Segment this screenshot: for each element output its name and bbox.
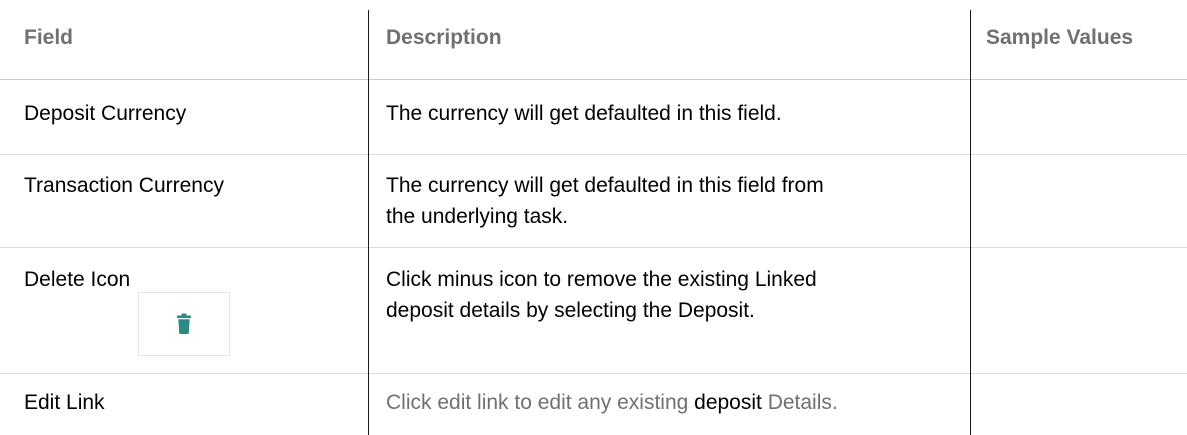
row-divider bbox=[0, 154, 1187, 155]
row-divider bbox=[0, 373, 1187, 374]
header-field: Field bbox=[24, 26, 74, 49]
description-edit-link: Click edit link to edit any existing dep… bbox=[368, 387, 970, 418]
field-transaction-currency: Transaction Currency bbox=[24, 174, 224, 197]
description-deposit-currency: The currency will get defaulted in this … bbox=[386, 102, 782, 125]
description-line: Click minus icon to remove the existing … bbox=[386, 268, 817, 291]
header-description: Description bbox=[386, 26, 502, 49]
description-text: Details. bbox=[761, 391, 838, 414]
table-header-row: Field Description Sample Values bbox=[0, 0, 1187, 79]
row-divider bbox=[0, 247, 1187, 248]
description-text: Click edit link to edit any existing bbox=[386, 391, 695, 414]
description-delete-icon: Click minus icon to remove the existing … bbox=[368, 264, 970, 326]
table-row: Transaction Currency The currency will g… bbox=[0, 154, 1187, 247]
column-divider bbox=[970, 10, 971, 435]
description-keyword: deposit bbox=[694, 391, 762, 414]
header-sample-values: Sample Values bbox=[986, 26, 1134, 49]
column-divider bbox=[368, 10, 369, 435]
row-divider bbox=[0, 79, 1187, 80]
table-row: Delete Icon Click minus icon to remove t… bbox=[0, 247, 1187, 373]
field-deposit-currency: Deposit Currency bbox=[24, 102, 187, 125]
description-line: The currency will get defaulted in this … bbox=[386, 174, 824, 197]
delete-button[interactable] bbox=[138, 292, 230, 356]
field-edit-link: Edit Link bbox=[24, 391, 105, 414]
trash-icon bbox=[177, 313, 191, 334]
description-line: the underlying task. bbox=[386, 205, 569, 228]
description-line: deposit details by selecting the Deposit… bbox=[386, 299, 755, 322]
field-delete-icon: Delete Icon bbox=[24, 268, 131, 291]
table-row: Edit Link Click edit link to edit any ex… bbox=[0, 373, 1187, 435]
description-transaction-currency: The currency will get defaulted in this … bbox=[368, 170, 970, 232]
table-row: Deposit Currency The currency will get d… bbox=[0, 79, 1187, 154]
